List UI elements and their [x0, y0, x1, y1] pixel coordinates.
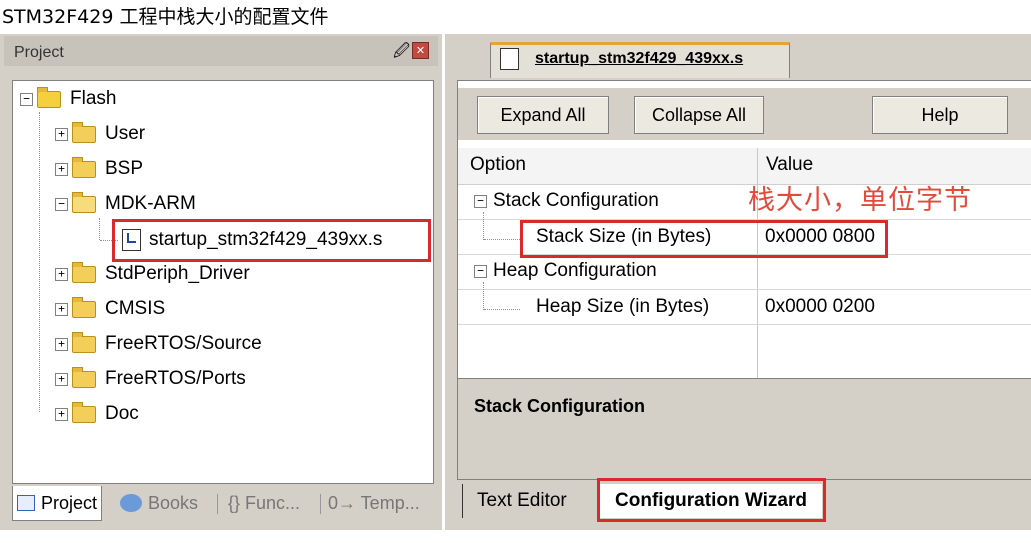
- tree-item-user[interactable]: + User: [55, 119, 145, 149]
- tree-item-cmsis[interactable]: + CMSIS: [55, 294, 165, 324]
- tree-item-label: FreeRTOS/Source: [105, 333, 262, 354]
- tab-label: Books: [148, 492, 199, 513]
- tree-item-flash[interactable]: − Flash: [20, 84, 116, 114]
- asm-file-icon: [500, 48, 519, 70]
- tab-books[interactable]: Books: [120, 486, 198, 520]
- column-header-option: Option: [470, 154, 526, 175]
- project-icon: [17, 495, 35, 511]
- folder-icon: [72, 261, 96, 283]
- page-title: STM32F429 工程中栈大小的配置文件: [2, 6, 329, 28]
- tree-item-freertos-ports[interactable]: + FreeRTOS/Ports: [55, 364, 246, 394]
- grid-row-line: [458, 324, 1031, 325]
- tree-connector: [484, 239, 520, 240]
- tree-connector: [483, 282, 484, 310]
- tree-item-label: BSP: [105, 158, 144, 179]
- tab-label: {} Func...: [228, 492, 301, 513]
- folder-icon: [72, 121, 96, 143]
- tree-connector: [39, 112, 40, 412]
- tab-separator: [320, 494, 321, 514]
- expand-icon[interactable]: +: [55, 302, 68, 316]
- help-button[interactable]: Help: [872, 96, 1008, 134]
- tree-item-freertos-source[interactable]: + FreeRTOS/Source: [55, 329, 262, 359]
- tab-separator: [217, 494, 218, 514]
- highlight-box: [112, 219, 431, 262]
- folder-icon: [72, 331, 96, 353]
- tab-functions[interactable]: {} Func...: [228, 486, 300, 520]
- highlight-box: [520, 220, 888, 258]
- target-icon: [37, 86, 61, 108]
- folder-icon: [72, 401, 96, 423]
- heap-size-value[interactable]: 0x0000 0200: [765, 296, 875, 318]
- books-icon: [120, 494, 142, 512]
- option-row-stack-configuration[interactable]: − Stack Configuration: [474, 190, 659, 212]
- tab-templates[interactable]: 0→ Temp...: [328, 486, 420, 520]
- folder-icon: [72, 296, 96, 318]
- tree-item-label: FreeRTOS/Ports: [105, 368, 246, 389]
- tree-item-label: StdPeriph_Driver: [105, 263, 250, 284]
- collapse-icon[interactable]: −: [474, 264, 487, 278]
- tree-item-stdperiph[interactable]: + StdPeriph_Driver: [55, 259, 250, 289]
- collapse-icon[interactable]: −: [20, 92, 33, 106]
- expand-icon[interactable]: +: [55, 127, 68, 141]
- tab-label: Project: [41, 492, 98, 513]
- tab-label: 0→ Temp...: [328, 492, 420, 513]
- highlight-box: [597, 478, 826, 522]
- tree-item-doc[interactable]: + Doc: [55, 399, 139, 429]
- option-label: Heap Configuration: [493, 260, 657, 281]
- folder-open-icon: [72, 191, 96, 213]
- tree-item-mdk-arm[interactable]: − MDK-ARM: [55, 189, 196, 219]
- folder-icon: [72, 366, 96, 388]
- option-heap-size-label[interactable]: Heap Size (in Bytes): [536, 296, 709, 318]
- tree-item-label: User: [105, 123, 146, 144]
- option-label: Stack Configuration: [493, 190, 659, 211]
- tree-connector: [483, 212, 484, 240]
- tree-item-label: MDK-ARM: [105, 193, 196, 214]
- collapse-icon[interactable]: −: [474, 194, 487, 208]
- description-title: Stack Configuration: [474, 396, 646, 416]
- grid-row-line: [458, 289, 1031, 290]
- expand-icon[interactable]: +: [55, 407, 68, 421]
- folder-icon: [72, 156, 96, 178]
- tree-item-label: Doc: [105, 403, 139, 424]
- option-row-heap-configuration[interactable]: − Heap Configuration: [474, 260, 657, 282]
- tree-item-bsp[interactable]: + BSP: [55, 154, 143, 184]
- collapse-all-button[interactable]: Collapse All: [634, 96, 764, 134]
- expand-icon[interactable]: +: [55, 162, 68, 176]
- annotation-text: 栈大小，单位字节: [748, 185, 972, 216]
- collapse-icon[interactable]: −: [55, 197, 68, 211]
- file-tab-label: startup_stm32f429_439xx.s: [535, 50, 744, 67]
- close-icon[interactable]: ✕: [412, 42, 429, 59]
- column-header-value: Value: [766, 154, 814, 175]
- tree-connector: [484, 309, 520, 310]
- expand-icon[interactable]: +: [55, 267, 68, 281]
- tree-item-label: CMSIS: [105, 298, 166, 319]
- description-pane: [458, 378, 1031, 479]
- expand-icon[interactable]: +: [55, 372, 68, 386]
- expand-all-button[interactable]: Expand All: [477, 96, 609, 134]
- tree-item-label: Flash: [70, 88, 117, 109]
- tab-project[interactable]: Project: [12, 486, 103, 521]
- project-panel-header: [4, 36, 438, 66]
- pin-icon[interactable]: 🖉: [393, 40, 410, 67]
- project-panel-title: Project: [14, 44, 64, 61]
- tab-text-editor[interactable]: Text Editor: [462, 484, 581, 518]
- tree-connector: [99, 218, 100, 240]
- expand-icon[interactable]: +: [55, 337, 68, 351]
